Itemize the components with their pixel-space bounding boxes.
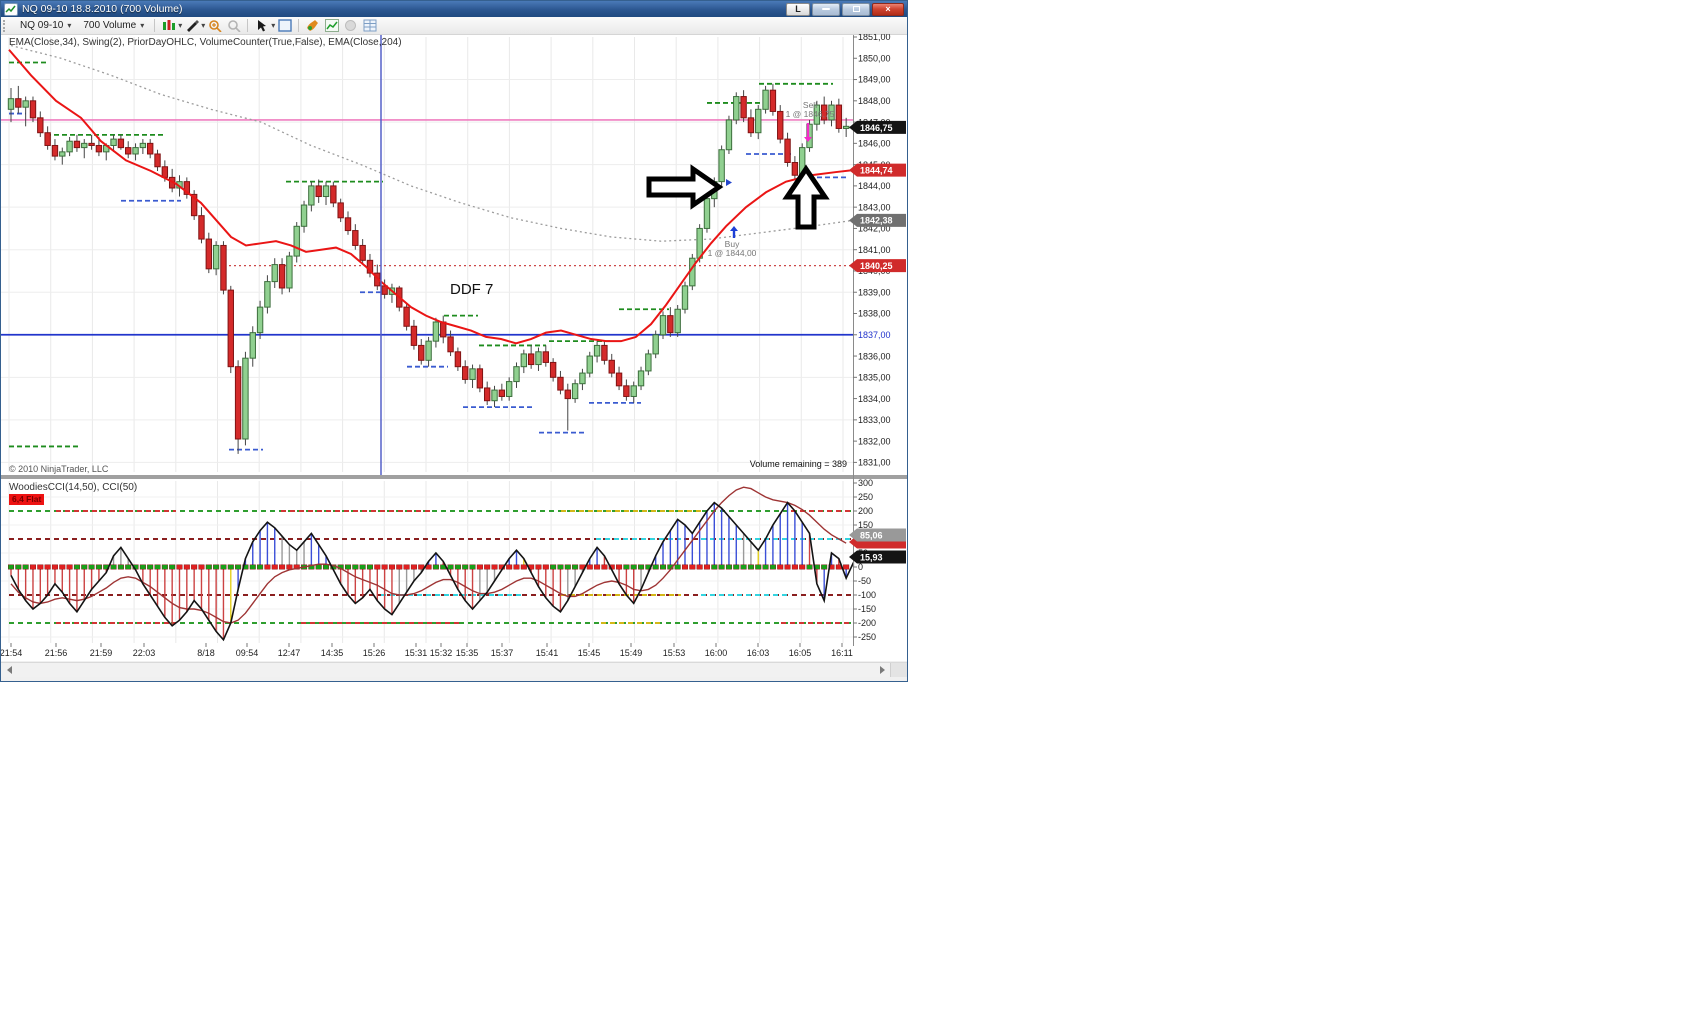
svg-text:-250: -250 — [858, 632, 876, 642]
svg-text:-150: -150 — [858, 604, 876, 614]
svg-text:15:31: 15:31 — [405, 648, 428, 658]
toolbar-separator — [247, 19, 249, 32]
minimize-button[interactable] — [812, 2, 840, 16]
format-brush-button[interactable] — [304, 19, 321, 33]
link-button[interactable]: L — [786, 2, 810, 16]
chart-style-button[interactable] — [160, 19, 177, 33]
svg-text:1835,00: 1835,00 — [858, 373, 891, 383]
svg-text:12:47: 12:47 — [278, 648, 301, 658]
instrument-label: NQ 09-10 — [20, 20, 64, 31]
svg-text:16:11: 16:11 — [831, 648, 853, 658]
svg-text:1843,00: 1843,00 — [858, 202, 891, 212]
close-button[interactable]: × — [872, 2, 904, 16]
svg-text:22:03: 22:03 — [133, 648, 156, 658]
svg-text:0: 0 — [858, 562, 863, 572]
interval-selector[interactable]: 700 Volume ▾ — [77, 18, 150, 33]
zoom-in-button[interactable] — [206, 19, 223, 33]
scroll-left-button[interactable] — [1, 663, 17, 677]
svg-text:-50: -50 — [858, 576, 871, 586]
toolbar-separator — [298, 19, 300, 32]
scroll-right-button[interactable] — [874, 663, 890, 677]
app-chart-icon — [4, 2, 18, 16]
svg-text:14:35: 14:35 — [321, 648, 344, 658]
arrow-left-icon — [6, 666, 12, 674]
svg-text:15:45: 15:45 — [578, 648, 601, 658]
window-title: NQ 09-10 18.8.2010 (700 Volume) — [22, 3, 183, 15]
svg-text:15:26: 15:26 — [363, 648, 386, 658]
toolbar-grip[interactable] — [3, 19, 10, 32]
svg-text:1 @ 1844,00: 1 @ 1844,00 — [708, 248, 757, 258]
svg-text:1846,75: 1846,75 — [860, 123, 893, 133]
chevron-down-icon[interactable]: ▾ — [201, 21, 205, 30]
maximize-button[interactable] — [842, 2, 870, 16]
svg-text:1839,00: 1839,00 — [858, 287, 891, 297]
svg-text:15:32: 15:32 — [430, 648, 453, 658]
svg-text:21:56: 21:56 — [45, 648, 68, 658]
chart-image-button[interactable] — [323, 19, 340, 33]
svg-text:21:54: 21:54 — [1, 648, 22, 658]
svg-text:1848,00: 1848,00 — [858, 96, 891, 106]
toolbar-separator — [154, 19, 156, 32]
minimize-icon — [822, 8, 830, 10]
svg-text:1850,00: 1850,00 — [858, 53, 891, 63]
svg-text:15:53: 15:53 — [663, 648, 686, 658]
record-button-disabled — [342, 19, 359, 33]
svg-text:1842,38: 1842,38 — [860, 216, 893, 226]
chevron-down-icon: ▾ — [67, 21, 72, 30]
zoom-out-button[interactable] — [225, 19, 242, 33]
chevron-down-icon[interactable]: ▾ — [178, 21, 182, 30]
svg-text:200: 200 — [858, 506, 873, 516]
maximize-icon — [852, 6, 860, 12]
chart-toolbar: NQ 09-10 ▾ 700 Volume ▾ ▾ ▾ ▾ — [1, 17, 907, 35]
horizontal-scrollbar[interactable] — [1, 662, 907, 677]
svg-text:1832,00: 1832,00 — [858, 436, 891, 446]
svg-text:250: 250 — [858, 492, 873, 502]
svg-text:1831,00: 1831,00 — [858, 458, 891, 468]
svg-text:1836,00: 1836,00 — [858, 351, 891, 361]
svg-text:-200: -200 — [858, 618, 876, 628]
arrow-right-icon — [879, 666, 885, 674]
chevron-down-icon[interactable]: ▾ — [271, 21, 275, 30]
svg-text:1840,25: 1840,25 — [860, 261, 893, 271]
title-bar[interactable]: NQ 09-10 18.8.2010 (700 Volume) L × — [1, 1, 907, 17]
svg-text:1 @ 1846,75: 1 @ 1846,75 — [786, 109, 835, 119]
svg-text:300: 300 — [858, 478, 873, 488]
svg-text:16:05: 16:05 — [789, 648, 812, 658]
data-grid-button[interactable] — [361, 19, 378, 33]
svg-text:1849,00: 1849,00 — [858, 75, 891, 85]
chart-canvas[interactable]: Buy 1 @ 1844,00 Sell 1 @ 1846,75 1851,00 1850… — [0, 32, 907, 661]
svg-text:1846,00: 1846,00 — [858, 139, 891, 149]
svg-text:1838,00: 1838,00 — [858, 309, 891, 319]
svg-text:1844,74: 1844,74 — [860, 166, 893, 176]
price-and-cci-chart[interactable]: Buy1 @ 1844,00Sell1 @ 1846,751851,001850… — [0, 32, 907, 661]
scrollbar-track[interactable] — [17, 663, 874, 677]
svg-text:1841,00: 1841,00 — [858, 245, 891, 255]
svg-text:85,06: 85,06 — [860, 530, 883, 540]
svg-text:15,93: 15,93 — [860, 552, 883, 562]
svg-text:1834,00: 1834,00 — [858, 394, 891, 404]
svg-text:16:03: 16:03 — [747, 648, 770, 658]
svg-text:1844,00: 1844,00 — [858, 181, 891, 191]
svg-text:8/18: 8/18 — [197, 648, 215, 658]
svg-text:21:59: 21:59 — [90, 648, 113, 658]
svg-text:-100: -100 — [858, 590, 876, 600]
svg-text:16:00: 16:00 — [705, 648, 728, 658]
interval-label: 700 Volume — [83, 20, 137, 31]
svg-text:1837,00: 1837,00 — [858, 330, 891, 340]
drawing-tools-button[interactable] — [183, 19, 200, 33]
snapshot-window-button[interactable] — [276, 19, 293, 33]
svg-text:1833,00: 1833,00 — [858, 415, 891, 425]
svg-text:1851,00: 1851,00 — [858, 34, 891, 42]
svg-text:15:35: 15:35 — [456, 648, 479, 658]
svg-text:15:37: 15:37 — [491, 648, 514, 658]
scrollbar-corner — [890, 663, 907, 677]
chevron-down-icon: ▾ — [140, 21, 145, 30]
svg-text:15:49: 15:49 — [620, 648, 643, 658]
ninjatrader-chart-window: NQ 09-10 18.8.2010 (700 Volume) L × NQ 0… — [0, 0, 908, 682]
svg-text:09:54: 09:54 — [236, 648, 259, 658]
svg-text:15:41: 15:41 — [536, 648, 559, 658]
cursor-button[interactable] — [253, 19, 270, 33]
instrument-selector[interactable]: NQ 09-10 ▾ — [14, 18, 77, 33]
